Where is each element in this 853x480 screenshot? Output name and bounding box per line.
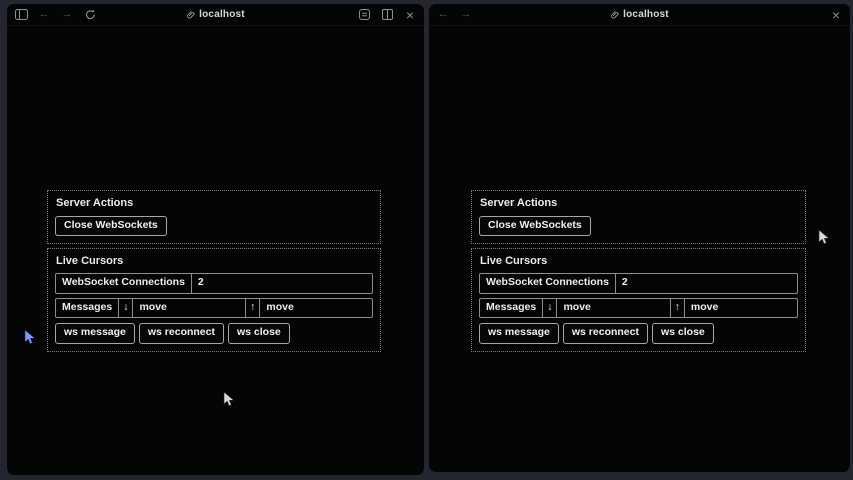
- close-icon[interactable]: ×: [403, 8, 417, 22]
- link-icon: [610, 10, 619, 19]
- ws-close-button[interactable]: ws close: [228, 323, 290, 343]
- connections-value: 2: [615, 274, 797, 293]
- message-in-value: move: [556, 299, 669, 318]
- connections-value: 2: [191, 274, 372, 293]
- ws-buttons-row: ws message ws reconnect ws close: [479, 323, 798, 343]
- page-content: Server Actions Close WebSockets Live Cur…: [47, 190, 381, 352]
- arrow-down-icon: ↓: [542, 299, 556, 318]
- ws-close-button[interactable]: ws close: [652, 323, 714, 343]
- ws-message-button[interactable]: ws message: [479, 323, 559, 343]
- browser-window-left: ← → localhost × Server Actions Close Web…: [7, 4, 424, 475]
- browser-window-right: ← → localhost × Server Actions Close Web…: [429, 4, 850, 472]
- live-cursors-panel: Live Cursors WebSocket Connections 2 Mes…: [47, 248, 381, 351]
- reader-icon[interactable]: [357, 8, 371, 22]
- close-websockets-button[interactable]: Close WebSockets: [479, 216, 591, 236]
- titlebar[interactable]: ← → localhost ×: [7, 4, 424, 26]
- back-arrow-icon[interactable]: ←: [436, 8, 450, 22]
- messages-label: Messages: [56, 299, 118, 318]
- server-actions-title: Server Actions: [56, 197, 372, 209]
- messages-row: Messages ↓ move ↑ move: [479, 298, 798, 319]
- close-icon[interactable]: ×: [829, 8, 843, 22]
- page-content: Server Actions Close WebSockets Live Cur…: [471, 190, 806, 352]
- split-view-icon[interactable]: [380, 8, 394, 22]
- messages-label: Messages: [480, 299, 542, 318]
- arrow-up-icon: ↑: [245, 299, 259, 318]
- live-cursors-title: Live Cursors: [56, 255, 372, 267]
- ws-message-button[interactable]: ws message: [55, 323, 135, 343]
- connections-row: WebSocket Connections 2: [479, 273, 798, 294]
- arrow-down-icon: ↓: [118, 299, 132, 318]
- forward-arrow-icon[interactable]: →: [459, 8, 473, 22]
- titlebar[interactable]: ← → localhost ×: [429, 4, 850, 26]
- address-title: localhost: [429, 4, 850, 25]
- sidebar-icon[interactable]: [14, 8, 28, 22]
- live-cursors-title: Live Cursors: [480, 255, 797, 267]
- ws-buttons-row: ws message ws reconnect ws close: [55, 323, 373, 343]
- messages-row: Messages ↓ move ↑ move: [55, 298, 373, 319]
- ws-reconnect-button[interactable]: ws reconnect: [139, 323, 224, 343]
- connections-label: WebSocket Connections: [480, 274, 615, 293]
- server-actions-title: Server Actions: [480, 197, 797, 209]
- message-in-value: move: [132, 299, 245, 318]
- connections-label: WebSocket Connections: [56, 274, 191, 293]
- server-actions-panel: Server Actions Close WebSockets: [47, 190, 381, 244]
- message-out-value: move: [259, 299, 372, 318]
- reload-icon[interactable]: [83, 8, 97, 22]
- ws-reconnect-button[interactable]: ws reconnect: [563, 323, 648, 343]
- window-title: localhost: [199, 9, 245, 20]
- live-cursors-panel: Live Cursors WebSocket Connections 2 Mes…: [471, 248, 806, 351]
- close-websockets-button[interactable]: Close WebSockets: [55, 216, 167, 236]
- forward-arrow-icon[interactable]: →: [60, 8, 74, 22]
- window-title: localhost: [623, 9, 669, 20]
- message-out-value: move: [684, 299, 797, 318]
- arrow-up-icon: ↑: [670, 299, 684, 318]
- back-arrow-icon[interactable]: ←: [37, 8, 51, 22]
- connections-row: WebSocket Connections 2: [55, 273, 373, 294]
- server-actions-panel: Server Actions Close WebSockets: [471, 190, 806, 244]
- link-icon: [186, 10, 195, 19]
